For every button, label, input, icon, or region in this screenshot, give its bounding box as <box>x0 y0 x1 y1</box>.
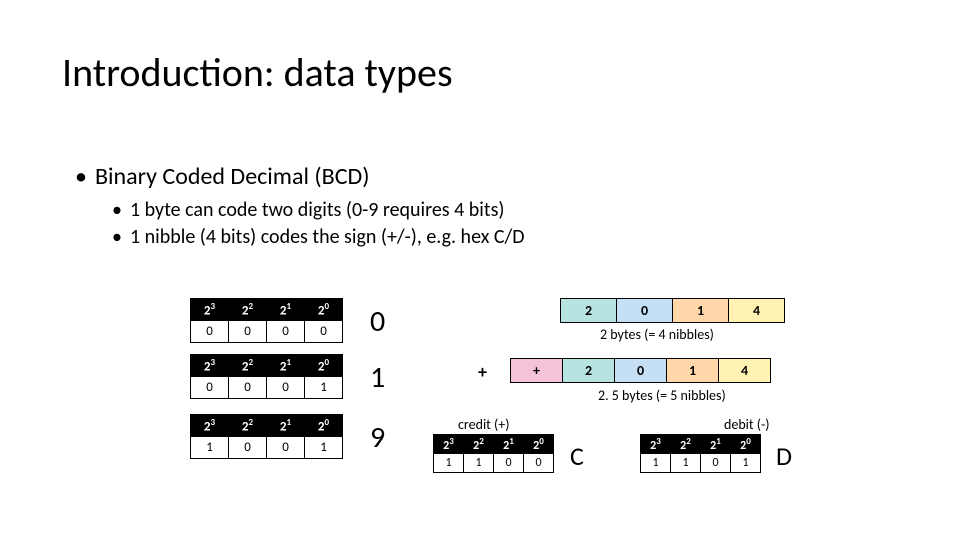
pow-header: 22 <box>229 355 267 377</box>
pow-header: 20 <box>524 435 554 454</box>
bit-cell: 1 <box>434 454 464 473</box>
pow-header: 20 <box>305 355 343 377</box>
pow-header: 21 <box>494 435 524 454</box>
pow-header: 20 <box>731 435 761 454</box>
nibble-cell: 2 <box>563 359 615 383</box>
bit-cell: 0 <box>191 321 229 343</box>
pow-header: 23 <box>434 435 464 454</box>
bit-cell: 1 <box>641 454 671 473</box>
bullet-dot-icon: • <box>112 198 122 222</box>
bit-cell: 1 <box>191 437 229 459</box>
bullet-l2b-text: 1 nibble (4 bits) codes the sign (+/-), … <box>130 225 525 249</box>
pow-header: 22 <box>464 435 494 454</box>
pow-header: 23 <box>641 435 671 454</box>
nibble-cell: 0 <box>617 299 673 323</box>
pow-header: 20 <box>305 415 343 437</box>
pow-header: 21 <box>267 299 305 321</box>
nibble-table-9: 23 22 21 20 1 0 0 1 <box>190 414 343 459</box>
bullet-l2a-text: 1 byte can code two digits (0-9 requires… <box>130 198 505 222</box>
credit-hex: C <box>570 440 584 472</box>
bit-cell: 0 <box>267 321 305 343</box>
bit-cell: 1 <box>671 454 701 473</box>
pow-header: 22 <box>229 415 267 437</box>
bit-cell: 0 <box>229 377 267 399</box>
slide-title: Introduction: data types <box>62 48 453 97</box>
bullet-level1: • Binary Coded Decimal (BCD) <box>75 162 370 191</box>
bit-cell: 0 <box>229 321 267 343</box>
caption-5nibbles: 2. 5 bytes (= 5 nibbles) <box>598 387 726 404</box>
bullet-dot-icon: • <box>112 225 122 249</box>
bit-cell: 0 <box>494 454 524 473</box>
pow-header: 23 <box>191 355 229 377</box>
nibble-cell: 1 <box>667 359 719 383</box>
bullet-level2: • 1 nibble (4 bits) codes the sign (+/-),… <box>112 225 525 249</box>
pow-header: 23 <box>191 415 229 437</box>
debit-label: debit (-) <box>724 416 770 433</box>
digit-output-0: 0 <box>370 303 385 340</box>
nibble-cell: 1 <box>673 299 729 323</box>
nibble-cell: 2 <box>561 299 617 323</box>
nibble-cell: 0 <box>615 359 667 383</box>
credit-nibble-table: 23 22 21 20 1 1 0 0 <box>433 434 554 473</box>
pow-header: 23 <box>191 299 229 321</box>
pow-header: 20 <box>305 299 343 321</box>
nibble-table-0: 23 22 21 20 0 0 0 0 <box>190 298 343 343</box>
bit-cell: 0 <box>267 377 305 399</box>
bit-cell: 0 <box>191 377 229 399</box>
bullet-l1-text: Binary Coded Decimal (BCD) <box>95 162 370 191</box>
sign-nibble-cell: + <box>511 359 563 383</box>
bit-cell: 1 <box>731 454 761 473</box>
bit-cell: 0 <box>305 321 343 343</box>
bit-cell: 1 <box>305 377 343 399</box>
pow-header: 21 <box>701 435 731 454</box>
debit-nibble-table: 23 22 21 20 1 1 0 1 <box>640 434 761 473</box>
bit-cell: 1 <box>305 437 343 459</box>
plus-icon: + <box>478 361 487 383</box>
pow-header: 21 <box>267 415 305 437</box>
packed-5nibble-row: + 2 0 1 4 <box>510 358 771 383</box>
pow-header: 22 <box>229 299 267 321</box>
bit-cell: 0 <box>267 437 305 459</box>
caption-4nibbles: 2 bytes (= 4 nibbles) <box>600 326 714 343</box>
digit-output-1: 1 <box>370 359 385 396</box>
nibble-table-1: 23 22 21 20 0 0 0 1 <box>190 354 343 399</box>
bullet-level2: • 1 byte can code two digits (0-9 require… <box>112 198 504 222</box>
nibble-cell: 4 <box>729 299 785 323</box>
credit-label: credit (+) <box>458 416 509 433</box>
bullet-dot-icon: • <box>75 162 87 191</box>
bit-cell: 1 <box>464 454 494 473</box>
debit-hex: D <box>776 440 792 472</box>
packed-4nibble-row: 2 0 1 4 <box>560 298 785 323</box>
bit-cell: 0 <box>229 437 267 459</box>
nibble-cell: 4 <box>719 359 771 383</box>
pow-header: 21 <box>267 355 305 377</box>
bit-cell: 0 <box>701 454 731 473</box>
bit-cell: 0 <box>524 454 554 473</box>
pow-header: 22 <box>671 435 701 454</box>
digit-output-9: 9 <box>370 419 385 456</box>
